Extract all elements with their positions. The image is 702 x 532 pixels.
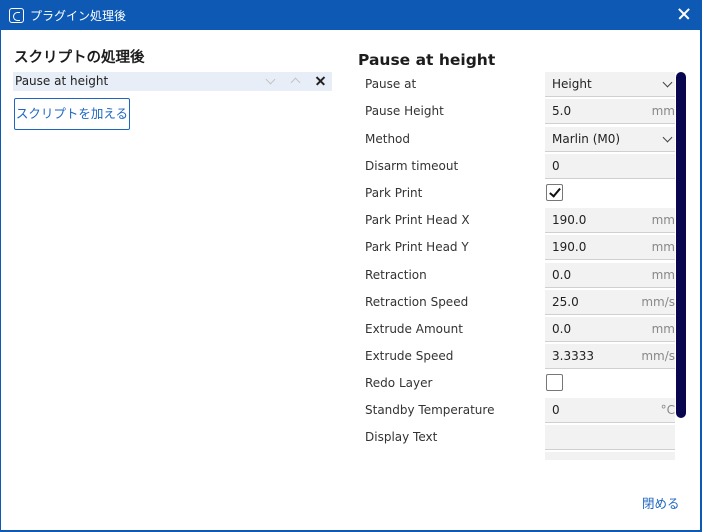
window-close-icon[interactable]	[674, 4, 694, 24]
setting-label: Redo Layer	[365, 376, 433, 390]
field-value: Height	[552, 77, 592, 91]
field-value: 25.0	[552, 295, 579, 309]
setting-label: Park Print	[365, 186, 423, 200]
setting-label: Retraction	[365, 268, 427, 282]
script-item-label: Pause at height	[15, 74, 109, 88]
chevron-down-icon	[662, 132, 673, 143]
field-unit: mm/s	[641, 349, 675, 363]
settings-panel-title: Pause at height	[358, 51, 496, 69]
setting-label: Pause Height	[365, 104, 444, 118]
setting-label: Pause at	[365, 77, 417, 91]
retraction-speed-field[interactable]: 25.0 mm/s	[545, 290, 675, 315]
setting-row-park-print: Park Print	[358, 180, 675, 207]
field-unit: mm/s	[641, 295, 675, 309]
field-value: 0.0	[552, 322, 572, 336]
park-print-checkbox[interactable]	[546, 184, 563, 201]
field-value: 190.0	[552, 240, 587, 254]
plugin-dialog-window: プラグイン処理後 スクリプトの処理後 Pause at height スクリプト…	[0, 0, 702, 532]
extrude-amount-field[interactable]: 0.0 mm	[545, 317, 675, 342]
dialog-content: スクリプトの処理後 Pause at height スクリプトを加える Paus…	[1, 30, 700, 530]
settings-list: Pause at Height Pause Height 5.0 mm Method Mar…	[358, 68, 675, 460]
blank-field[interactable]	[545, 452, 675, 460]
move-up-chevron-icon[interactable]	[291, 78, 301, 88]
setting-row-extrude-amount: Extrude Amount 0.0 mm	[358, 316, 675, 343]
setting-label: Disarm timeout	[365, 159, 459, 173]
setting-label: Display Text	[365, 430, 438, 444]
field-unit: mm	[651, 104, 675, 118]
method-dropdown[interactable]: Marlin (M0)	[545, 127, 675, 152]
park-print-head-y-field[interactable]: 190.0 mm	[545, 235, 675, 260]
close-button[interactable]: 閉める	[642, 493, 680, 512]
setting-row-blank	[358, 451, 675, 460]
standby-temperature-field[interactable]: 0 °C	[545, 398, 675, 423]
setting-label: Park Print Head Y	[365, 240, 469, 254]
field-value: 190.0	[552, 213, 587, 227]
window-title: プラグイン処理後	[30, 9, 127, 23]
setting-label: Park Print Head X	[365, 213, 470, 227]
field-unit: mm	[651, 213, 675, 227]
add-script-button[interactable]: スクリプトを加える	[14, 98, 130, 130]
setting-row-pause-height: Pause Height 5.0 mm	[358, 98, 675, 125]
field-value: 0	[552, 403, 560, 417]
field-unit: °C	[660, 403, 675, 417]
field-value: Marlin (M0)	[552, 132, 621, 146]
cura-icon	[9, 8, 24, 23]
retraction-field[interactable]: 0.0 mm	[545, 263, 675, 288]
pause-at-dropdown[interactable]: Height	[545, 72, 675, 97]
setting-row-retraction: Retraction 0.0 mm	[358, 262, 675, 289]
field-value: 0	[552, 159, 560, 173]
title-bar: プラグイン処理後	[0, 0, 702, 30]
setting-row-park-print-head-x: Park Print Head X 190.0 mm	[358, 207, 675, 234]
script-list-item[interactable]: Pause at height	[13, 72, 332, 91]
setting-row-method: Method Marlin (M0)	[358, 126, 675, 153]
setting-row-standby-temperature: Standby Temperature 0 °C	[358, 397, 675, 424]
field-value: 3.3333	[552, 349, 594, 363]
park-print-head-x-field[interactable]: 190.0 mm	[545, 208, 675, 233]
display-text-field[interactable]	[545, 425, 675, 450]
pause-height-field[interactable]: 5.0 mm	[545, 99, 675, 124]
setting-row-redo-layer: Redo Layer	[358, 370, 675, 397]
setting-row-park-print-head-y: Park Print Head Y 190.0 mm	[358, 234, 675, 261]
field-unit: mm	[651, 322, 675, 336]
move-down-chevron-icon[interactable]	[266, 76, 276, 86]
setting-row-extrude-speed: Extrude Speed 3.3333 mm/s	[358, 343, 675, 370]
disarm-timeout-field[interactable]: 0	[545, 154, 675, 179]
setting-row-display-text: Display Text	[358, 424, 675, 451]
setting-label: Extrude Amount	[365, 322, 463, 336]
remove-script-close-icon[interactable]	[315, 75, 327, 87]
setting-label: Method	[365, 132, 411, 146]
setting-row-disarm-timeout: Disarm timeout 0	[358, 153, 675, 180]
field-unit: mm	[651, 240, 675, 254]
field-value: 5.0	[552, 104, 572, 118]
field-unit: mm	[651, 268, 675, 282]
setting-label: Extrude Speed	[365, 349, 454, 363]
redo-layer-checkbox[interactable]	[546, 374, 563, 391]
setting-label: Standby Temperature	[365, 403, 495, 417]
setting-label: Retraction Speed	[365, 295, 469, 309]
left-panel-title: スクリプトの処理後	[14, 50, 145, 66]
chevron-down-icon	[662, 77, 673, 88]
setting-row-pause-at: Pause at Height	[358, 71, 675, 98]
extrude-speed-field[interactable]: 3.3333 mm/s	[545, 344, 675, 369]
settings-scrollbar[interactable]	[676, 72, 686, 418]
field-value: 0.0	[552, 268, 572, 282]
setting-row-retraction-speed: Retraction Speed 25.0 mm/s	[358, 289, 675, 316]
